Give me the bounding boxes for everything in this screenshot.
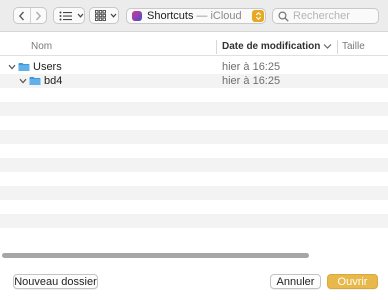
list-view-button[interactable] [53, 7, 85, 24]
empty-row [0, 130, 388, 144]
cancel-button[interactable]: Annuler [270, 274, 321, 289]
folder-icon [29, 77, 41, 85]
forward-button[interactable] [30, 8, 46, 23]
chevron-down-icon [110, 13, 117, 18]
empty-row [0, 228, 388, 242]
disclosure-expanded-icon[interactable] [8, 63, 16, 71]
search-field[interactable] [272, 8, 379, 24]
file-name: bd4 [44, 75, 63, 87]
chevron-right-icon [35, 11, 41, 20]
navigation-buttons [13, 7, 47, 24]
empty-row [0, 172, 388, 186]
list-item[interactable]: Users hier à 16:25 [0, 60, 388, 74]
open-button[interactable]: Ouvrir [327, 274, 378, 289]
empty-row [0, 88, 388, 102]
horizontal-scrollbar[interactable] [2, 253, 309, 258]
column-header: Nom Date de modification Taille [0, 38, 388, 56]
column-date-modified[interactable]: Date de modification [222, 41, 320, 52]
toolbar: Shortcuts — iCloud [0, 0, 388, 32]
location-subtitle: iCloud [210, 10, 242, 22]
back-button[interactable] [14, 8, 30, 23]
grid-icon [95, 10, 106, 21]
location-name: Shortcuts [147, 10, 194, 22]
folder-icon [18, 63, 30, 71]
up-down-chevron-icon [255, 12, 261, 20]
empty-row [0, 116, 388, 130]
file-list: Users hier à 16:25 bd4 hier à 16:25 [0, 60, 388, 242]
search-icon [278, 10, 289, 22]
column-name[interactable]: Nom [31, 41, 52, 52]
location-stepper[interactable] [252, 10, 264, 22]
search-input[interactable] [293, 10, 373, 22]
empty-row [0, 102, 388, 116]
list-icon [59, 11, 72, 20]
shortcuts-app-icon [132, 11, 142, 21]
column-divider[interactable] [337, 40, 338, 54]
file-date: hier à 16:25 [222, 75, 281, 87]
column-size[interactable]: Taille [342, 41, 365, 52]
grid-view-button[interactable] [89, 7, 119, 24]
file-date: hier à 16:25 [222, 61, 281, 73]
empty-row [0, 144, 388, 158]
list-item[interactable]: bd4 hier à 16:25 [0, 74, 388, 88]
empty-row [0, 158, 388, 172]
empty-row [0, 214, 388, 228]
disclosure-expanded-icon[interactable] [19, 77, 27, 85]
chevron-left-icon [19, 11, 25, 20]
file-name: Users [33, 61, 62, 73]
chevron-down-icon [77, 13, 84, 18]
location-separator: — [196, 10, 208, 22]
new-folder-button[interactable]: Nouveau dossier [13, 274, 98, 289]
sort-descending-icon [323, 44, 332, 49]
column-divider[interactable] [216, 40, 217, 54]
empty-row [0, 200, 388, 214]
location-popup[interactable]: Shortcuts — iCloud [126, 8, 266, 24]
empty-row [0, 186, 388, 200]
